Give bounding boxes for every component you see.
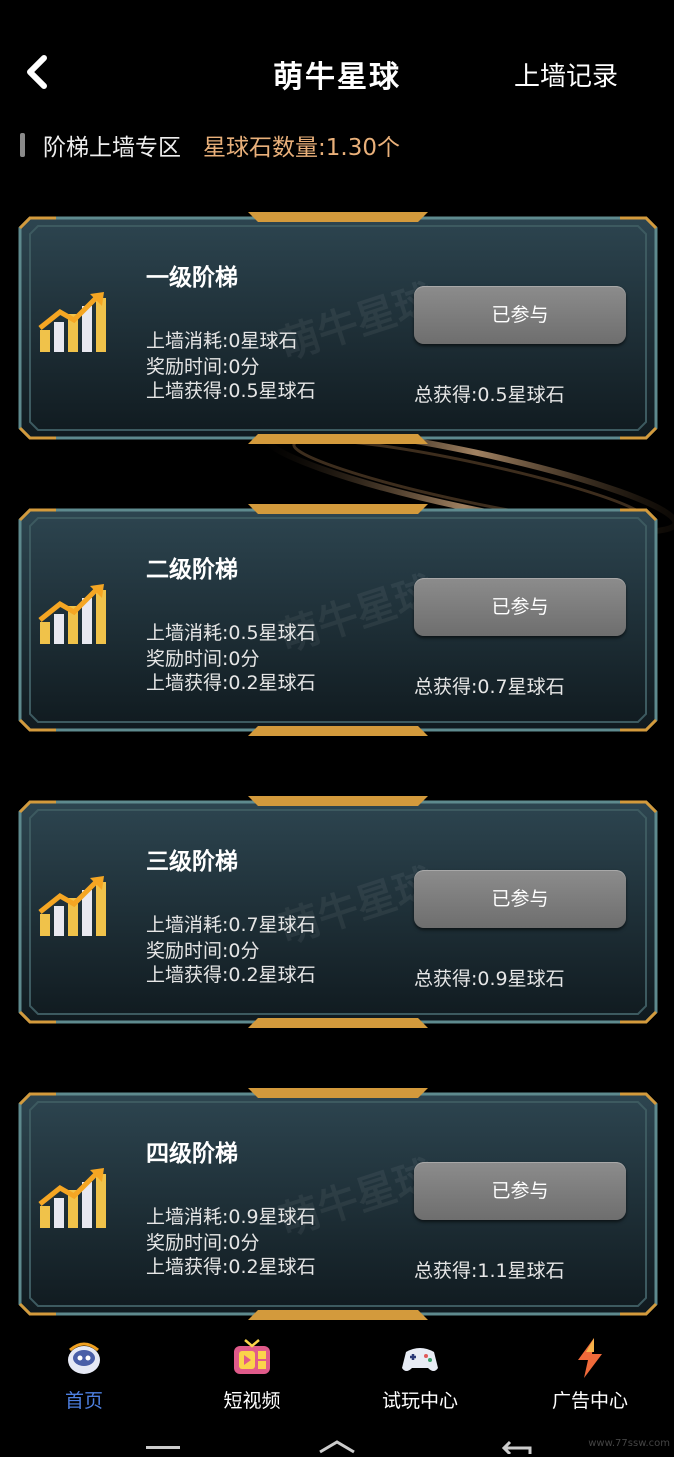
tab-short-video[interactable]: 短视频 <box>168 1330 336 1420</box>
growth-chart-icon <box>38 292 106 352</box>
lightning-icon <box>578 1338 602 1378</box>
site-watermark: www.77ssw.com <box>588 1438 670 1449</box>
robot-mascot-icon <box>68 1342 100 1374</box>
gain-text: 上墙获得:0.2星球石 <box>146 1256 316 1278</box>
growth-chart-icon <box>38 584 106 644</box>
ladder-card: 萌牛星球 四级阶梯 上墙消耗:0.9星球石 奖励时间:0分 上墙获得:0.2星球… <box>16 1086 660 1322</box>
cost-text: 上墙消耗:0.5星球石 <box>146 622 316 644</box>
stone-count-value: 1.30个 <box>325 135 400 161</box>
tab-home[interactable]: 首页 <box>0 1330 168 1420</box>
reward-time-text: 奖励时间:0分 <box>146 940 260 962</box>
joined-button[interactable]: 已参与 <box>414 578 626 636</box>
gain-text: 上墙获得:0.2星球石 <box>146 964 316 986</box>
home-nav-icon[interactable] <box>318 1440 356 1454</box>
card-title: 三级阶梯 <box>146 849 238 875</box>
reward-time-text: 奖励时间:0分 <box>146 356 260 378</box>
joined-button[interactable]: 已参与 <box>414 870 626 928</box>
stone-count-label: 星球石数量: <box>203 135 326 161</box>
header: 萌牛星球 上墙记录 <box>0 0 674 140</box>
tv-icon <box>234 1339 270 1374</box>
card-title: 一级阶梯 <box>146 265 238 291</box>
cost-text: 上墙消耗:0.7星球石 <box>146 914 316 936</box>
cost-text: 上墙消耗:0.9星球石 <box>146 1206 316 1228</box>
tab-trial-center[interactable]: 试玩中心 <box>336 1330 504 1420</box>
record-link[interactable]: 上墙记录 <box>514 56 618 93</box>
ladder-card: 萌牛星球 一级阶梯 上墙消耗:0星球石 奖励时间:0分 上墙获得:0.5星球石 … <box>16 210 660 446</box>
gamepad-icon <box>402 1348 438 1371</box>
section-title: 阶梯上墙专区 <box>43 135 181 161</box>
bottom-tab-bar: 首页 短视频 试玩中心 广告中心 <box>0 1330 674 1420</box>
total-earned-text: 总获得:0.9星球石 <box>414 968 565 990</box>
cost-text: 上墙消耗:0星球石 <box>146 330 298 352</box>
total-earned-text: 总获得:0.7星球石 <box>414 676 565 698</box>
ladder-card: 萌牛星球 二级阶梯 上墙消耗:0.5星球石 奖励时间:0分 上墙获得:0.2星球… <box>16 502 660 738</box>
reward-time-text: 奖励时间:0分 <box>146 648 260 670</box>
tab-ad-center[interactable]: 广告中心 <box>506 1330 674 1420</box>
reward-time-text: 奖励时间:0分 <box>146 1232 260 1254</box>
card-title: 四级阶梯 <box>146 1141 238 1167</box>
total-earned-text: 总获得:0.5星球石 <box>414 384 565 406</box>
ladder-card: 萌牛星球 三级阶梯 上墙消耗:0.7星球石 奖励时间:0分 上墙获得:0.2星球… <box>16 794 660 1030</box>
tab-label: 首页 <box>64 1390 103 1412</box>
gain-text: 上墙获得:0.2星球石 <box>146 672 316 694</box>
joined-button[interactable]: 已参与 <box>414 1162 626 1220</box>
menu-nav-icon[interactable] <box>146 1446 180 1449</box>
section-header: 阶梯上墙专区 星球石数量: 1.30个 <box>20 128 400 162</box>
growth-chart-icon <box>38 876 106 936</box>
tab-label: 广告中心 <box>551 1390 628 1412</box>
tab-label: 试玩中心 <box>381 1390 458 1412</box>
growth-chart-icon <box>38 1168 106 1228</box>
joined-button[interactable]: 已参与 <box>414 286 626 344</box>
back-nav-icon[interactable] <box>500 1440 534 1454</box>
section-marker <box>20 133 25 157</box>
gain-text: 上墙获得:0.5星球石 <box>146 380 316 402</box>
system-nav-bar <box>0 1430 674 1457</box>
total-earned-text: 总获得:1.1星球石 <box>414 1260 565 1282</box>
tab-label: 短视频 <box>223 1390 281 1412</box>
card-title: 二级阶梯 <box>146 557 238 583</box>
